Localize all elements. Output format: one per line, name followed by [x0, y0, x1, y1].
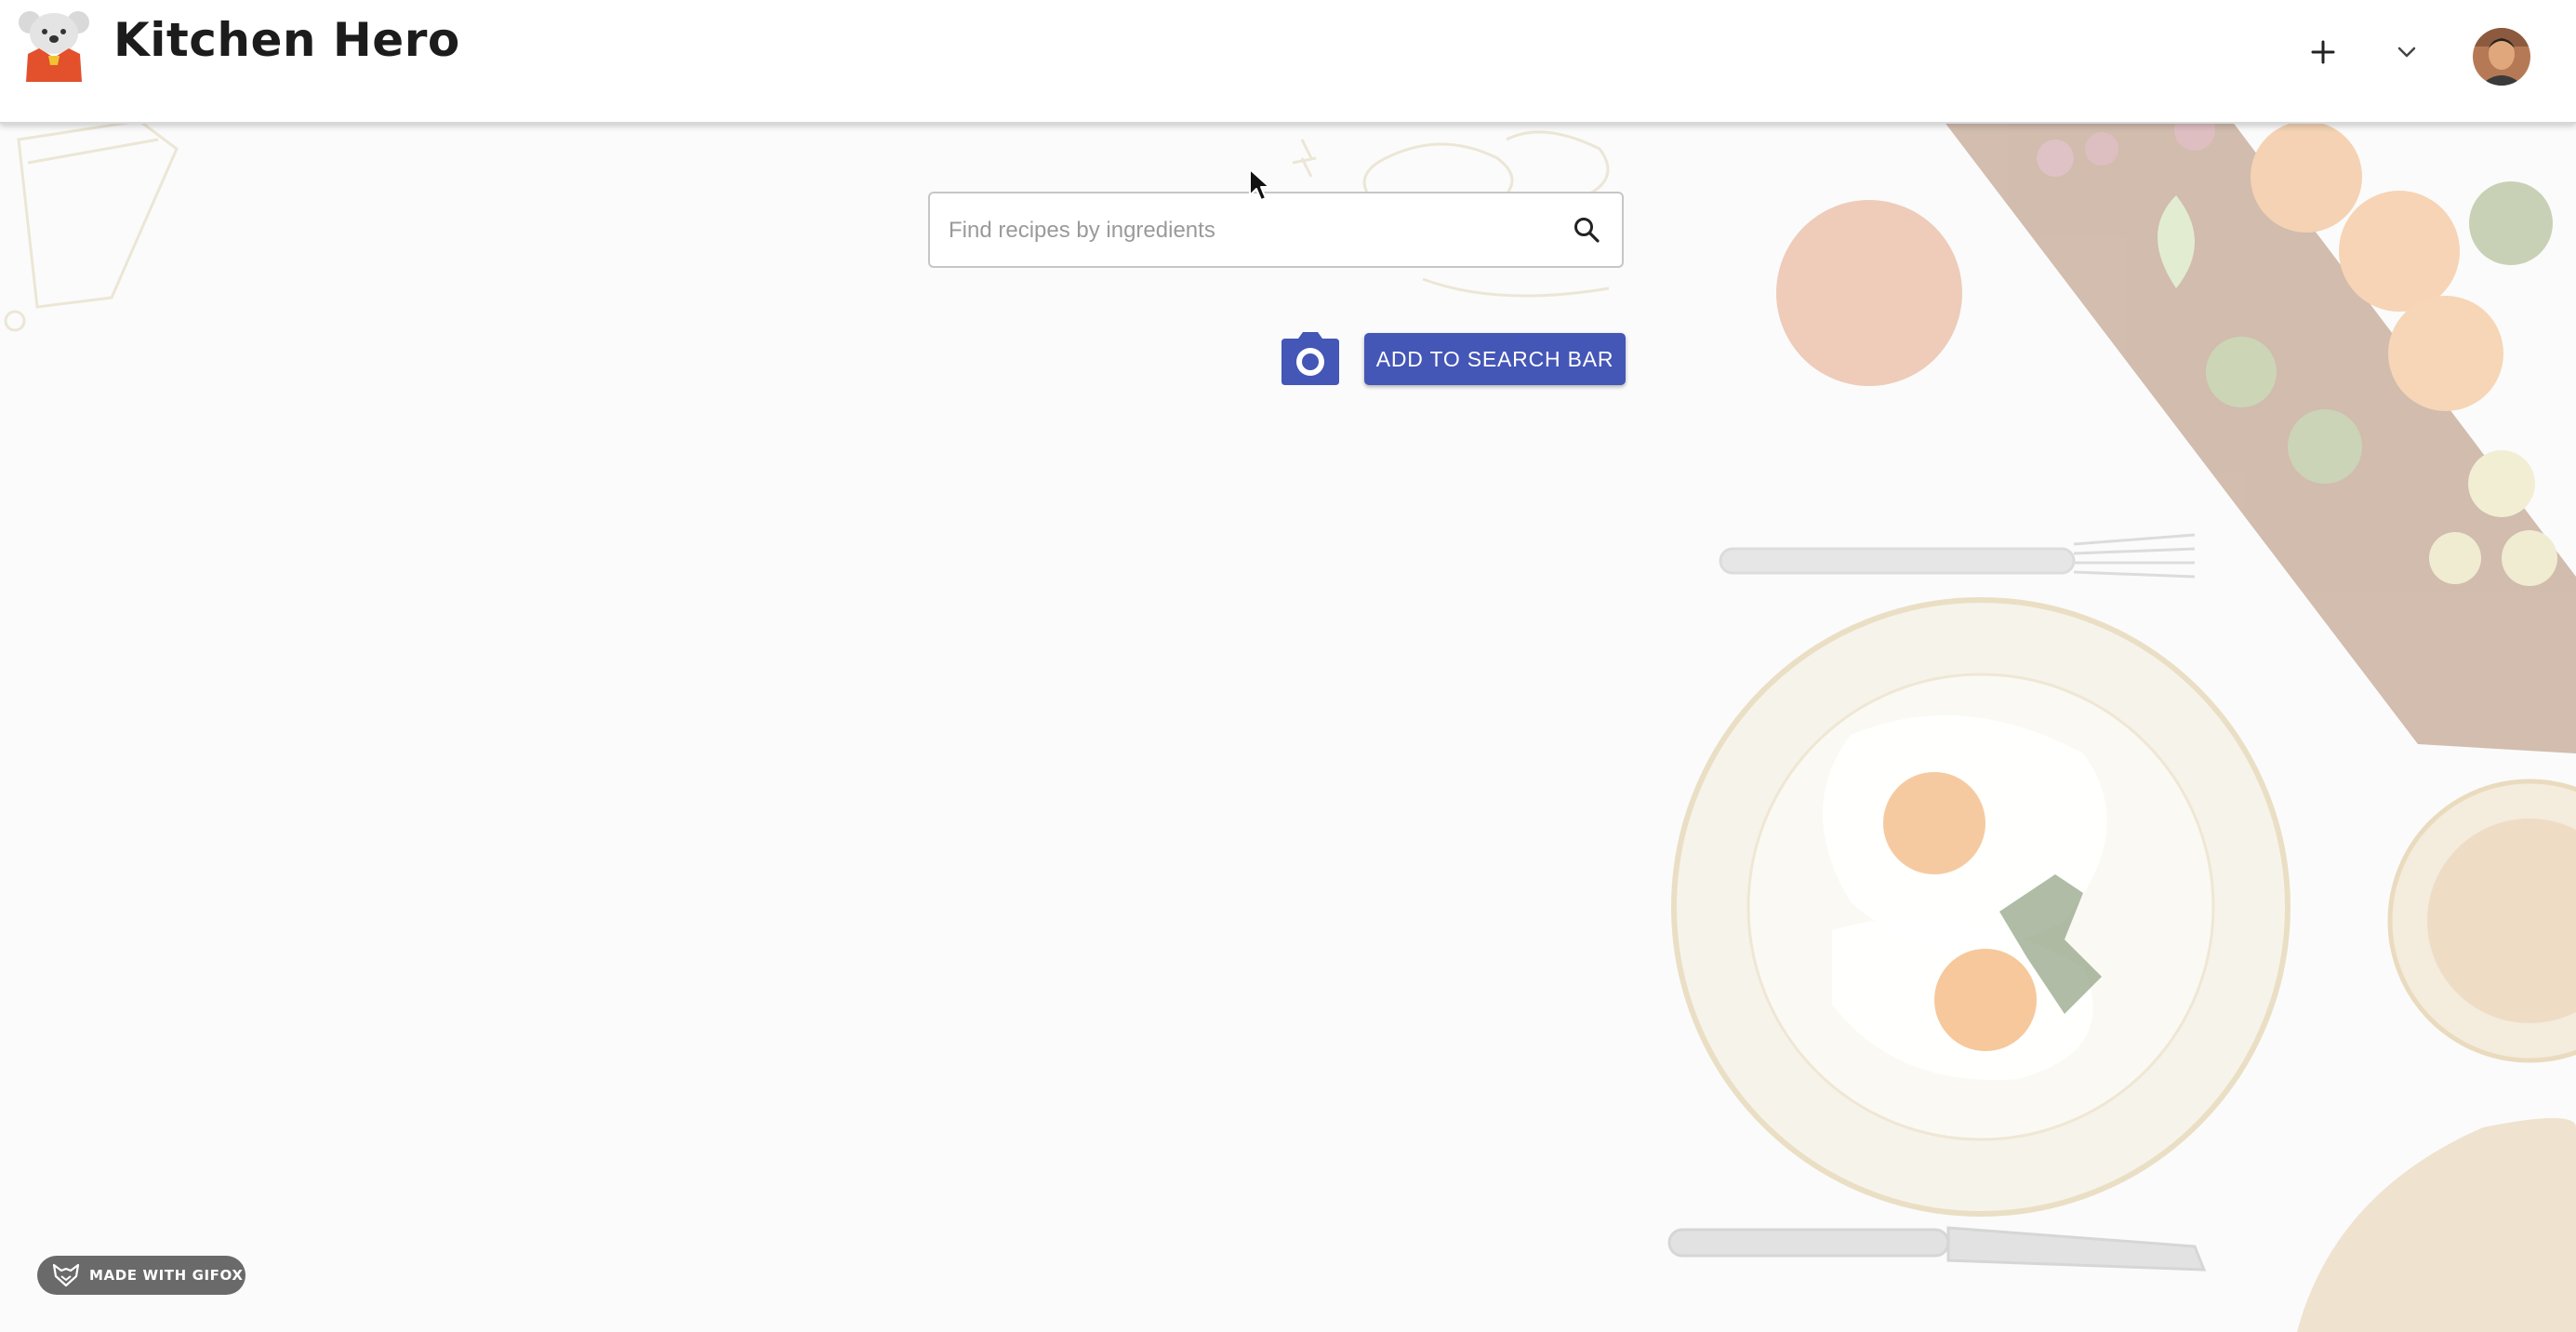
ingredient-search-input[interactable] [947, 193, 1546, 268]
gifox-logo-icon [52, 1263, 80, 1287]
mouse-cursor-icon [1249, 168, 1270, 201]
add-recipe-button[interactable] [2299, 28, 2347, 76]
gifox-label: MADE WITH GIFOX [89, 1267, 244, 1284]
app-title[interactable]: Kitchen Hero [113, 13, 460, 67]
ingredient-search-box [928, 192, 1624, 268]
search-icon[interactable] [1572, 215, 1601, 245]
app-root: Kitchen Hero Find recipes by ingredients… [0, 0, 2576, 1332]
chevron-down-icon [2397, 47, 2416, 58]
user-avatar[interactable] [2473, 28, 2530, 86]
plus-icon [2311, 40, 2335, 64]
account-menu-button[interactable] [2383, 28, 2431, 76]
add-to-search-bar-button[interactable]: ADD TO SEARCH BAR [1364, 333, 1626, 385]
kitchen-hero-koala-logo[interactable] [17, 7, 91, 82]
camera-icon[interactable] [1278, 329, 1343, 385]
add-to-search-bar-label: ADD TO SEARCH BAR [1375, 346, 1614, 371]
made-with-gifox-badge: MADE WITH GIFOX [37, 1256, 246, 1295]
top-app-bar: Kitchen Hero [0, 0, 2576, 124]
avatar-image [2473, 28, 2530, 86]
